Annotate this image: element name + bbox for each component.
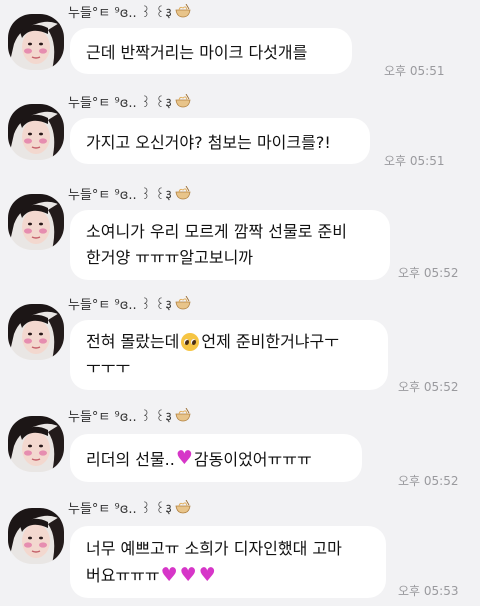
noodle-bowl-icon (175, 407, 191, 428)
avatar[interactable] (8, 416, 64, 472)
message-line: 소여니가 우리 모르게 깜짝 선물로 준비 (86, 222, 347, 241)
message-time: 오후 05:51 (384, 64, 445, 78)
message-text: 전혀 몰랐는데 (86, 332, 180, 351)
sender-name-row: 누들°ㅌ ⁹ɞ.. ꒱ ꒰३ (68, 295, 191, 316)
sender-name-row: 누들°ㅌ ⁹ɞ.. ꒱ ꒰३ (68, 93, 191, 114)
heart-icon: ♥ (198, 564, 216, 586)
message-text: 버요ㅠㅠㅠ (86, 566, 160, 585)
message-bubble[interactable]: 너무 예쁘고ㅠ 소희가 디자인했대 고마 버요ㅠㅠㅠ ♥ ♥ ♥ (70, 526, 386, 598)
message-text: 감동이었어ㅠㅠㅠ (193, 450, 312, 469)
pleading-face-icon (181, 333, 200, 351)
sender-name: 누들°ㅌ ⁹ɞ.. ꒱ ꒰३ (68, 6, 172, 21)
sender-name-row: 누들°ㅌ ⁹ɞ.. ꒱ ꒰३ (68, 3, 191, 24)
heart-icon: ♥ (175, 446, 193, 469)
message-line: 가지고 오신거야? 첨보는 마이크를?! (86, 133, 331, 152)
message-bubble[interactable]: 소여니가 우리 모르게 깜짝 선물로 준비 한거양 ㅠㅠㅠ알고보니까 (70, 210, 390, 280)
message-line: 전혀 몰랐는데 언제 준비한거냐구ㅜ (86, 329, 372, 355)
sender-name: 누들°ㅌ ⁹ɞ.. ꒱ ꒰३ (68, 502, 172, 517)
sender-name-row: 누들°ㅌ ⁹ɞ.. ꒱ ꒰३ (68, 407, 191, 428)
message-time: 오후 05:52 (398, 266, 459, 280)
noodle-bowl-icon (175, 499, 191, 520)
sender-name: 누들°ㅌ ⁹ɞ.. ꒱ ꒰३ (68, 188, 172, 203)
noodle-bowl-icon (175, 185, 191, 206)
message-time: 오후 05:51 (384, 154, 445, 168)
sender-name-row: 누들°ㅌ ⁹ɞ.. ꒱ ꒰३ (68, 185, 191, 206)
message-time: 오후 05:52 (398, 474, 459, 488)
message-time: 오후 05:53 (398, 584, 459, 598)
message-bubble[interactable]: 전혀 몰랐는데 언제 준비한거냐구ㅜ ㅜㅜㅜ (70, 320, 388, 390)
avatar[interactable] (8, 508, 64, 564)
sender-name: 누들°ㅌ ⁹ɞ.. ꒱ ꒰३ (68, 96, 172, 111)
heart-icon: ♥ (160, 564, 178, 586)
avatar[interactable] (8, 194, 64, 250)
message-line: ㅜㅜㅜ (86, 358, 131, 377)
message-line: 근데 반짝거리는 마이크 다섯개를 (86, 43, 308, 62)
message-text: 리더의 선물.. (86, 450, 175, 469)
avatar[interactable] (8, 104, 64, 160)
message-line: 한거양 ㅠㅠㅠ알고보니까 (86, 248, 254, 267)
heart-icon: ♥ (179, 564, 197, 586)
noodle-bowl-icon (175, 3, 191, 24)
message-line: 버요ㅠㅠㅠ ♥ ♥ ♥ (86, 562, 370, 589)
message-line: 너무 예쁘고ㅠ 소희가 디자인했대 고마 (86, 539, 342, 558)
sender-name: 누들°ㅌ ⁹ɞ.. ꒱ ꒰३ (68, 410, 172, 425)
message-line: 리더의 선물.. ♥ 감동이었어ㅠㅠㅠ (86, 446, 346, 470)
message-time: 오후 05:52 (398, 380, 459, 394)
chat-window: 누들°ㅌ ⁹ɞ.. ꒱ ꒰३ 근데 반짝거리는 마이크 다섯개를 오후 05:5… (0, 0, 480, 606)
sender-name-row: 누들°ㅌ ⁹ɞ.. ꒱ ꒰३ (68, 499, 191, 520)
message-bubble[interactable]: 가지고 오신거야? 첨보는 마이크를?! (70, 118, 370, 164)
message-bubble[interactable]: 리더의 선물.. ♥ 감동이었어ㅠㅠㅠ (70, 434, 362, 482)
message-bubble[interactable]: 근데 반짝거리는 마이크 다섯개를 (70, 28, 352, 74)
avatar[interactable] (8, 14, 64, 70)
noodle-bowl-icon (175, 93, 191, 114)
sender-name: 누들°ㅌ ⁹ɞ.. ꒱ ꒰३ (68, 298, 172, 313)
avatar[interactable] (8, 304, 64, 360)
noodle-bowl-icon (175, 295, 191, 316)
message-text: 언제 준비한거냐구ㅜ (201, 332, 339, 351)
